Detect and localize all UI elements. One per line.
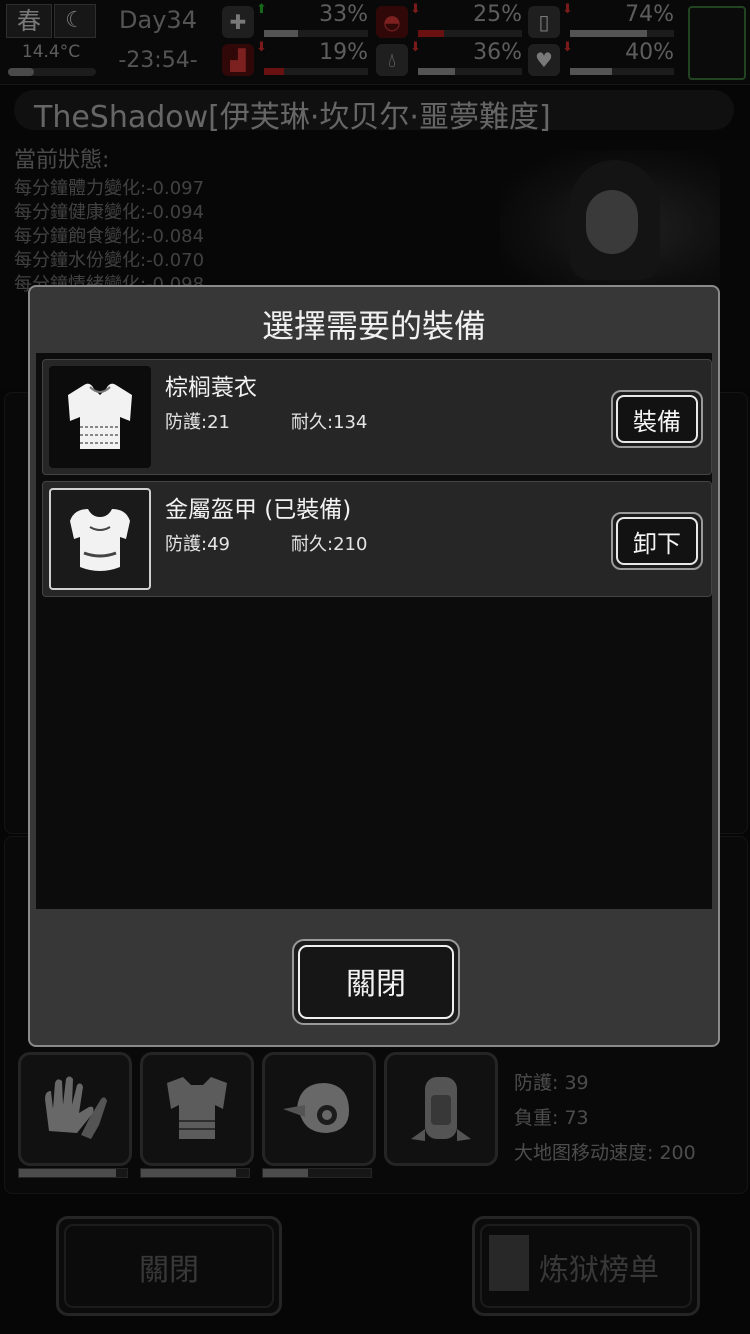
list-item: 金屬盔甲 (已裝備) 防護:49 耐久:210 卸下 — [42, 481, 712, 597]
item-defense: 防護:21 — [165, 412, 230, 433]
item-durability: 耐久:210 — [291, 534, 368, 555]
unequip-button-label: 卸下 — [633, 530, 681, 558]
equip-button-label: 裝備 — [633, 408, 681, 436]
metal-armor-icon — [70, 509, 130, 571]
palm-raincoat-icon — [68, 383, 132, 449]
item-thumbnail — [49, 488, 151, 590]
dialog-title: 選擇需要的裝備 — [261, 307, 486, 345]
item-name: 金屬盔甲 (已裝備) — [165, 497, 352, 523]
dialog-close-button[interactable]: 關閉 — [292, 939, 460, 1025]
unequip-button[interactable]: 卸下 — [611, 512, 703, 570]
item-durability: 耐久:134 — [291, 412, 368, 433]
item-defense: 防護:49 — [165, 534, 230, 555]
item-thumbnail — [49, 366, 151, 468]
equipment-list: 棕榈蓑衣 防護:21 耐久:134 裝備 金屬盔甲 (已裝備) 防護:49 耐久… — [36, 353, 712, 909]
equip-button[interactable]: 裝備 — [611, 390, 703, 448]
equipment-select-dialog: 選擇需要的裝備 棕榈蓑衣 防護:21 耐久:134 裝備 金屬盔甲 (已裝備) … — [28, 285, 720, 1047]
item-name: 棕榈蓑衣 — [165, 375, 257, 401]
list-item: 棕榈蓑衣 防護:21 耐久:134 裝備 — [42, 359, 712, 475]
dialog-close-label: 關閉 — [346, 967, 406, 1002]
